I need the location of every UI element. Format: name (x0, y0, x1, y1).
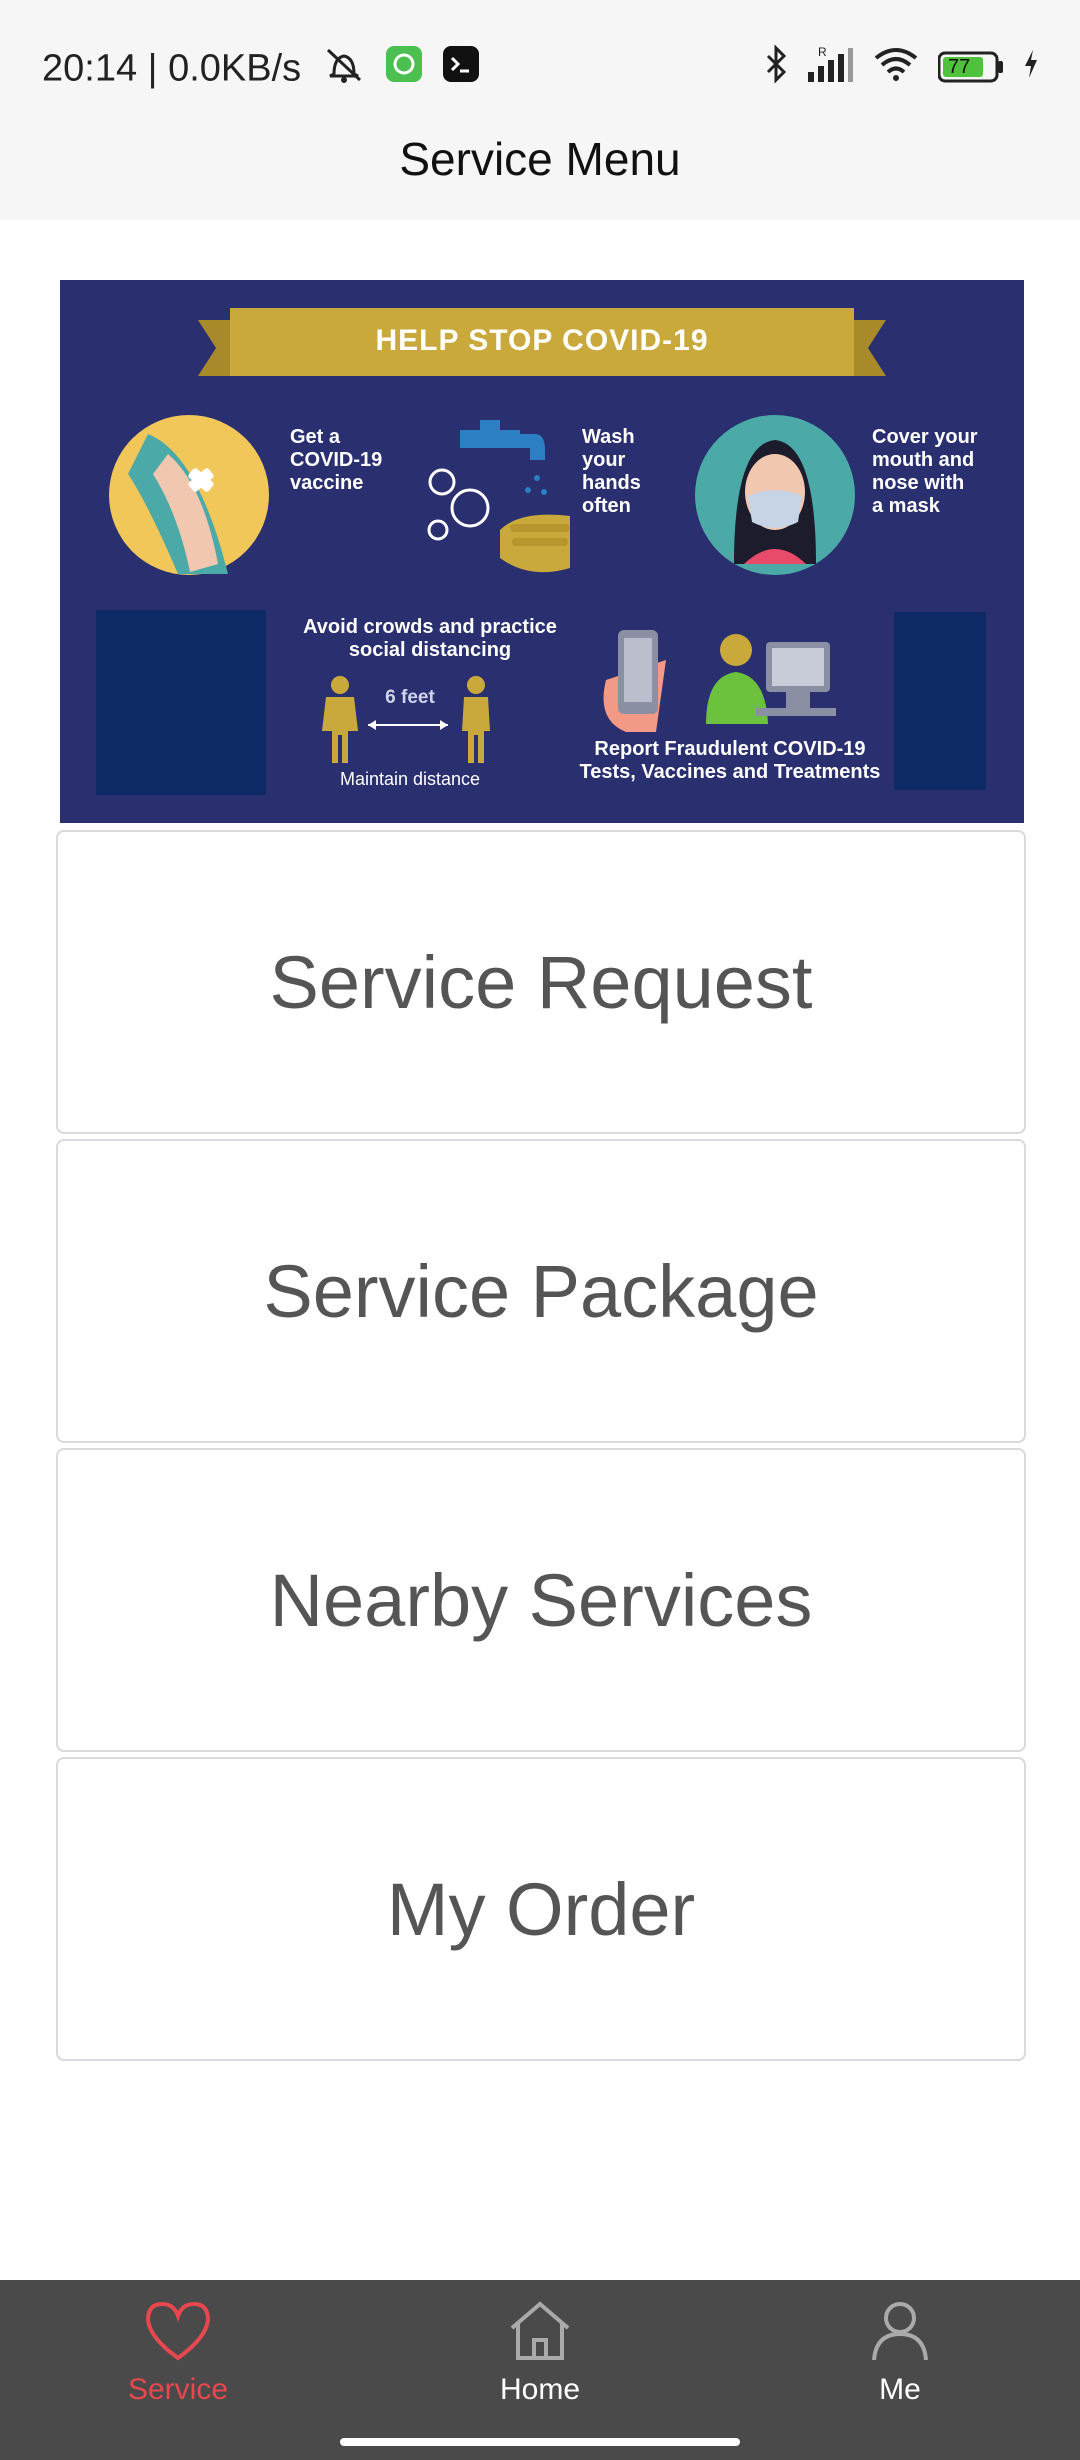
covid-banner: HELP STOP COVID-19 Get a COVID-19 vaccin… (60, 280, 1024, 823)
vaccine-illustration-icon (109, 415, 269, 575)
nav-me-label: Me (879, 2373, 921, 2406)
service-package-label: Service Package (263, 1249, 819, 1333)
tip-mask: Cover your mouth and nose with a mask (872, 426, 978, 517)
status-separator: | (147, 47, 158, 90)
bottom-navigation: Service Home Me (0, 2280, 1080, 2460)
banner-heading: HELP STOP COVID-19 (375, 324, 709, 357)
terminal-icon (442, 46, 479, 92)
service-request-label: Service Request (269, 940, 813, 1024)
tip-vaccine: Get a COVID-19 vaccine (290, 426, 383, 494)
my-order-button[interactable]: My Order (56, 1757, 1026, 2061)
home-indicator[interactable] (340, 2438, 740, 2446)
status-time: 20:14 (42, 47, 138, 90)
page-title: Service Menu (399, 133, 681, 185)
service-request-button[interactable]: Service Request (56, 830, 1026, 1134)
tip-distance: Avoid crowds and practice social distanc… (303, 616, 557, 661)
status-bar: 20:14 | 0.0KB/s R 77 (0, 0, 1080, 136)
svg-text:R: R (818, 45, 827, 59)
nav-me[interactable]: Me (780, 2300, 1020, 2407)
status-left: 20:14 | 0.0KB/s (42, 44, 479, 94)
nav-service-label: Service (127, 2373, 229, 2406)
network-speed: 0.0KB/s (168, 47, 302, 90)
mute-icon (322, 44, 366, 94)
charging-icon (1022, 48, 1040, 85)
app-notification-icon (386, 46, 423, 92)
nearby-services-label: Nearby Services (269, 1558, 813, 1642)
wash-hands-icon (427, 420, 570, 573)
nav-home-label: Home (499, 2373, 581, 2406)
tip-wash: Wash your hands often (582, 426, 641, 517)
heart-icon (144, 2301, 212, 2366)
tip-maintain: Maintain distance (339, 769, 481, 789)
distance-label: 6 feet (385, 687, 435, 708)
battery-icon: 77 (938, 51, 1004, 83)
banner-block-left (96, 610, 266, 795)
nearby-services-button[interactable]: Nearby Services (56, 1448, 1026, 1752)
bluetooth-icon (764, 44, 788, 89)
home-icon (506, 2301, 574, 2366)
user-icon (866, 2302, 934, 2366)
report-fraud-icon (603, 630, 836, 732)
top-bar: 20:14 | 0.0KB/s R 77 Service Menu (0, 0, 1080, 220)
status-right: R 77 (764, 44, 1040, 89)
service-package-button[interactable]: Service Package (56, 1139, 1026, 1443)
my-order-label: My Order (386, 1867, 696, 1951)
battery-level: 77 (948, 55, 971, 78)
nav-home[interactable]: Home (420, 2300, 660, 2407)
wifi-icon (872, 44, 920, 89)
mask-illustration-icon (695, 415, 855, 575)
signal-icon: R (806, 44, 854, 89)
tip-report: Report Fraudulent COVID-19 Tests, Vaccin… (579, 738, 881, 783)
nav-service[interactable]: Service (58, 2300, 298, 2407)
banner-ribbon: HELP STOP COVID-19 (198, 308, 886, 376)
